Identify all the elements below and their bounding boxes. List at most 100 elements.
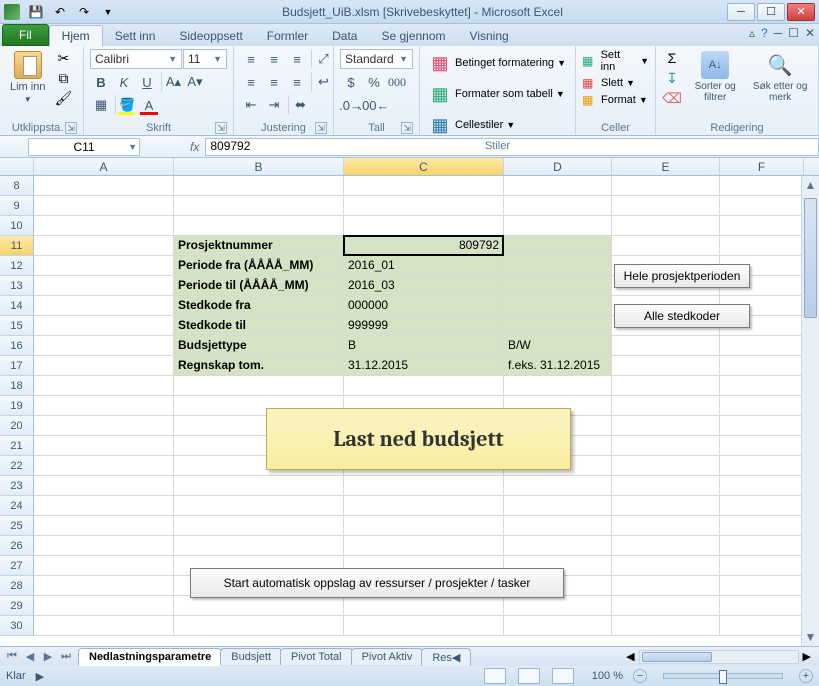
cell-B14[interactable]: Stedkode fra	[174, 296, 344, 316]
vertical-scrollbar[interactable]: ▲ ▼	[801, 176, 819, 646]
cell-E22[interactable]	[612, 456, 720, 476]
cell-A12[interactable]	[34, 256, 174, 276]
cell-A28[interactable]	[34, 576, 174, 596]
row-header-26[interactable]: 26	[0, 536, 34, 556]
cell-C17[interactable]: 31.12.2015	[344, 356, 504, 376]
sheet-nav-last-icon[interactable]: ⏭	[58, 650, 74, 663]
align-center-icon[interactable]: ≡	[263, 72, 285, 92]
cell-A11[interactable]	[34, 236, 174, 256]
cell-E19[interactable]	[612, 396, 720, 416]
font-color-button[interactable]: A	[138, 95, 160, 115]
cell-E25[interactable]	[612, 516, 720, 536]
bold-button[interactable]: B	[90, 72, 112, 92]
cell-A23[interactable]	[34, 476, 174, 496]
cell-C25[interactable]	[344, 516, 504, 536]
workbook-close-icon[interactable]: ✕	[805, 26, 815, 40]
cell-C9[interactable]	[344, 196, 504, 216]
row-header-11[interactable]: 11	[0, 236, 34, 256]
cell-E20[interactable]	[612, 416, 720, 436]
macro-record-icon[interactable]: ▶	[36, 670, 44, 683]
cell-C24[interactable]	[344, 496, 504, 516]
cell-B29[interactable]	[174, 596, 344, 616]
merge-button[interactable]: ⬌	[288, 95, 310, 115]
table-format-button[interactable]: Formater som tabell	[455, 88, 553, 100]
cell-B11[interactable]: Prosjektnummer	[174, 236, 344, 256]
cell-E16[interactable]	[612, 336, 720, 356]
align-top-icon[interactable]: ≡	[240, 49, 262, 69]
increase-font-icon[interactable]: A▴	[161, 72, 183, 92]
cell-A18[interactable]	[34, 376, 174, 396]
redo-icon[interactable]: ↷	[74, 3, 94, 21]
workbook-minimize-icon[interactable]: ─	[774, 26, 783, 40]
cut-icon[interactable]: ✂	[53, 49, 73, 67]
cell-F16[interactable]	[720, 336, 804, 356]
tab-review[interactable]: Se gjennom	[369, 26, 457, 46]
cell-C8[interactable]	[344, 176, 504, 196]
cell-E10[interactable]	[612, 216, 720, 236]
cell-B12[interactable]: Periode fra (ÅÅÅÅ_MM)	[174, 256, 344, 276]
cell-A10[interactable]	[34, 216, 174, 236]
workbook-restore-icon[interactable]: ☐	[788, 26, 799, 40]
zoom-slider[interactable]	[663, 673, 783, 679]
hscroll-left-icon[interactable]: ◀	[622, 650, 638, 663]
row-header-18[interactable]: 18	[0, 376, 34, 396]
row-header-17[interactable]: 17	[0, 356, 34, 376]
comma-format-icon[interactable]: 000	[386, 72, 408, 92]
row-header-19[interactable]: 19	[0, 396, 34, 416]
cell-F24[interactable]	[720, 496, 804, 516]
cell-F9[interactable]	[720, 196, 804, 216]
cell-B9[interactable]	[174, 196, 344, 216]
cell-B16[interactable]: Budsjettype	[174, 336, 344, 356]
cell-B15[interactable]: Stedkode til	[174, 316, 344, 336]
cell-D14[interactable]	[504, 296, 612, 316]
number-launcher-icon[interactable]: ⇲	[401, 122, 413, 134]
copy-icon[interactable]: ⧉	[53, 69, 73, 87]
close-button[interactable]: ✕	[787, 3, 815, 21]
cell-E8[interactable]	[612, 176, 720, 196]
cell-B30[interactable]	[174, 616, 344, 636]
cell-A19[interactable]	[34, 396, 174, 416]
insert-cells-button[interactable]: Sett inn	[601, 49, 637, 73]
cell-F30[interactable]	[720, 616, 804, 636]
save-icon[interactable]: 💾	[26, 3, 46, 21]
clipboard-launcher-icon[interactable]: ⇲	[65, 122, 77, 134]
row-header-8[interactable]: 8	[0, 176, 34, 196]
font-size-combo[interactable]: 11▼	[183, 49, 227, 69]
cell-E21[interactable]	[612, 436, 720, 456]
row-header-21[interactable]: 21	[0, 436, 34, 456]
font-name-combo[interactable]: Calibri▼	[90, 49, 182, 69]
find-select-button[interactable]: 🔍 Søk etter og merk	[748, 49, 812, 105]
cell-F25[interactable]	[720, 516, 804, 536]
tab-layout[interactable]: Sideoppsett	[167, 26, 254, 46]
cell-F11[interactable]	[720, 236, 804, 256]
hscroll-right-icon[interactable]: ▶	[799, 650, 815, 663]
alignment-launcher-icon[interactable]: ⇲	[315, 122, 327, 134]
cell-styles-button[interactable]: Cellestiler	[455, 119, 503, 131]
tab-data[interactable]: Data	[320, 26, 369, 46]
tab-home[interactable]: Hjem	[49, 25, 103, 47]
cell-D15[interactable]	[504, 316, 612, 336]
cell-F29[interactable]	[720, 596, 804, 616]
cell-E24[interactable]	[612, 496, 720, 516]
ribbon-minimize-icon[interactable]: ▵	[749, 26, 755, 40]
sheet-nav-next-icon[interactable]: ▶	[40, 650, 56, 663]
hele-prosjektperioden-button[interactable]: Hele prosjektperioden	[614, 264, 750, 288]
cell-C16[interactable]: B	[344, 336, 504, 356]
last-ned-budsjett-button[interactable]: Last ned budsjett	[266, 408, 571, 470]
cell-A30[interactable]	[34, 616, 174, 636]
cell-E9[interactable]	[612, 196, 720, 216]
maximize-button[interactable]: ☐	[757, 3, 785, 21]
cell-C26[interactable]	[344, 536, 504, 556]
decrease-indent-icon[interactable]: ⇤	[240, 95, 262, 115]
cell-F17[interactable]	[720, 356, 804, 376]
row-header-15[interactable]: 15	[0, 316, 34, 336]
cell-C29[interactable]	[344, 596, 504, 616]
cell-B18[interactable]	[174, 376, 344, 396]
cell-A24[interactable]	[34, 496, 174, 516]
cell-A22[interactable]	[34, 456, 174, 476]
cell-F23[interactable]	[720, 476, 804, 496]
cell-D17[interactable]: f.eks. 31.12.2015	[504, 356, 612, 376]
cell-D16[interactable]: B/W	[504, 336, 612, 356]
increase-indent-icon[interactable]: ⇥	[263, 95, 285, 115]
cell-C10[interactable]	[344, 216, 504, 236]
